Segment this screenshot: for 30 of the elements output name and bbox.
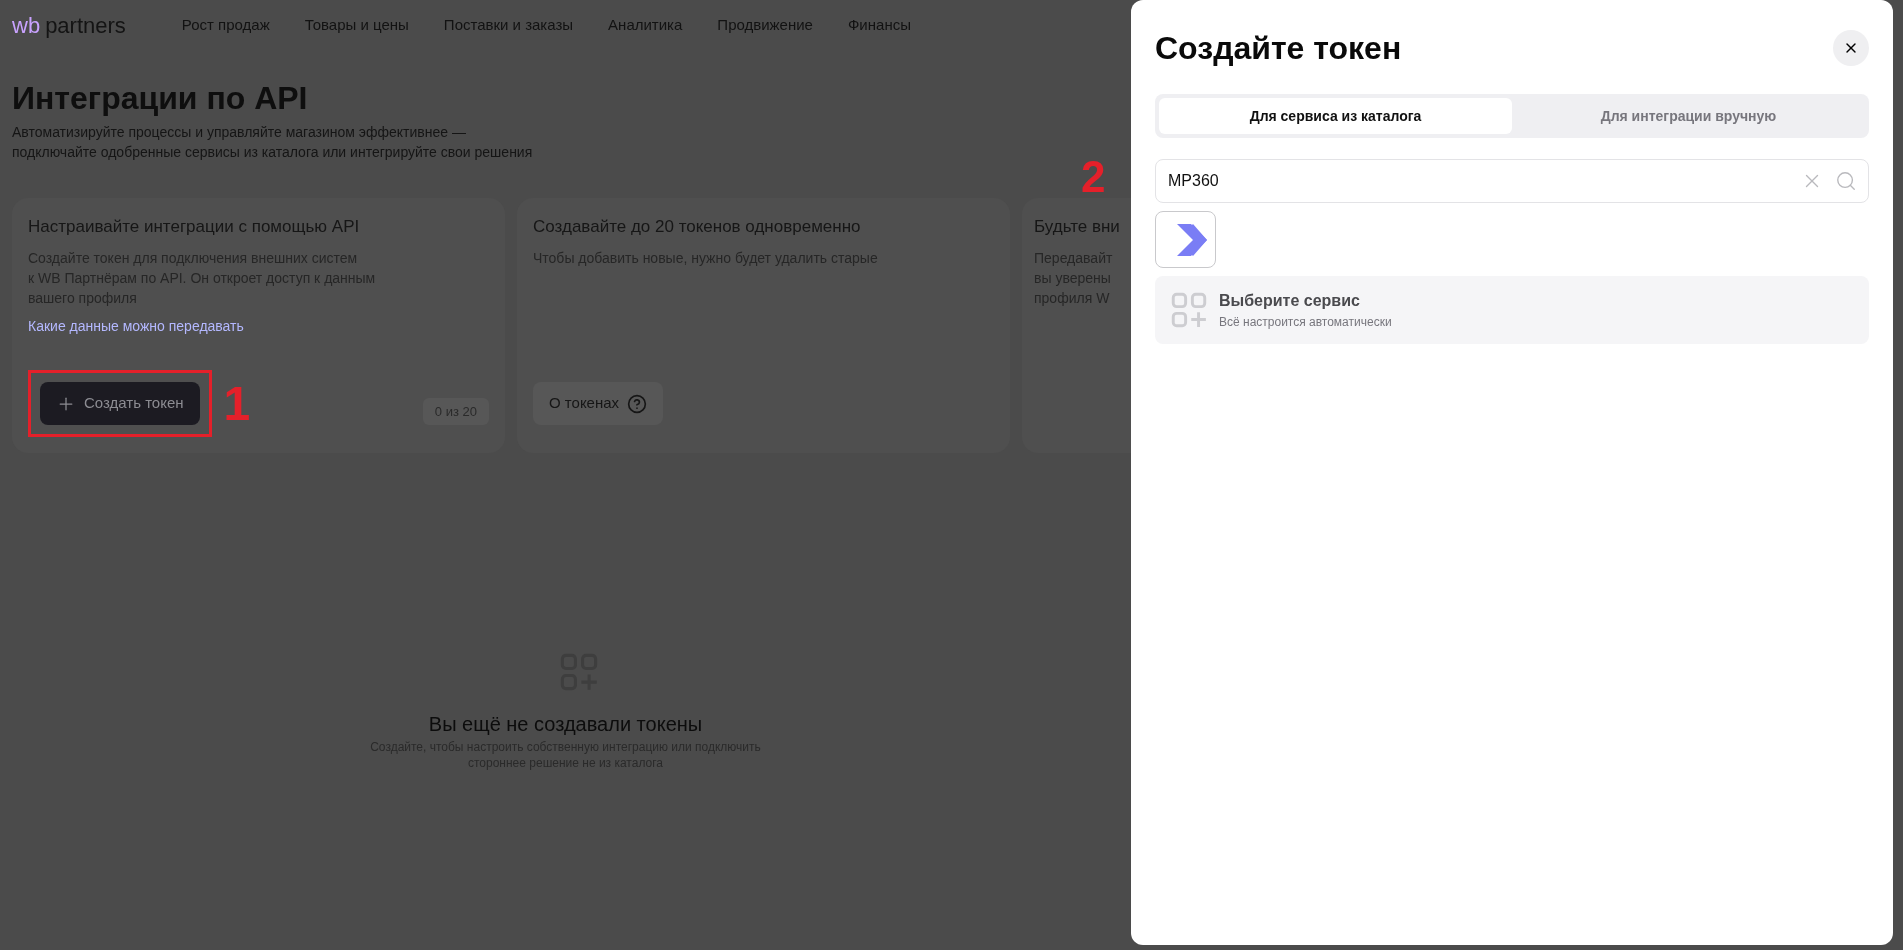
card-title: Настраивайте интеграции с помощью API xyxy=(28,216,361,238)
data-link[interactable]: Какие данные можно передавать xyxy=(28,315,244,337)
nav-link[interactable]: Аналитика xyxy=(608,13,683,37)
grid-plus-icon xyxy=(1171,292,1207,328)
service-row-subtitle: Всё настроится автоматически xyxy=(1219,314,1392,331)
card-title: Создавайте до 20 токенов одновременно xyxy=(533,216,862,238)
step-number: 1 xyxy=(223,379,251,428)
nav-link[interactable]: Товары и цены xyxy=(304,13,409,37)
help-icon xyxy=(627,393,648,414)
card-title: Будьте вни xyxy=(1034,216,1121,238)
logo-name: partners xyxy=(45,11,126,40)
search-icon xyxy=(1835,170,1857,192)
nav-link[interactable]: Продвижение xyxy=(717,13,813,37)
nav-link[interactable]: Рост продаж xyxy=(181,13,270,37)
create-token-button[interactable]: Создать токен xyxy=(40,382,200,425)
modal-title: Создайте токен xyxy=(1155,29,1402,68)
about-tokens-button[interactable]: О токенах xyxy=(533,382,664,425)
logo-brand: wb xyxy=(12,11,41,40)
mode-tab[interactable]: Для интеграции вручную xyxy=(1512,98,1865,134)
search-field[interactable]: MP360 xyxy=(1155,159,1869,203)
close-button[interactable] xyxy=(1833,30,1869,66)
mode-tab[interactable]: Для сервиса из каталога xyxy=(1159,98,1512,134)
service-select-row[interactable]: Выберите сервис Всё настроится автоматически xyxy=(1155,276,1869,344)
nav-link[interactable]: Поставки и заказы xyxy=(443,13,574,37)
step-number: 2 xyxy=(1081,155,1106,199)
empty-state-title: Вы ещё не создавали токены xyxy=(428,712,703,737)
nav-link[interactable]: Финансы xyxy=(847,13,911,37)
service-row-title: Выберите сервис xyxy=(1219,291,1361,311)
page-title: Интеграции по API xyxy=(12,79,309,118)
service-logo-tile[interactable] xyxy=(1155,211,1216,268)
